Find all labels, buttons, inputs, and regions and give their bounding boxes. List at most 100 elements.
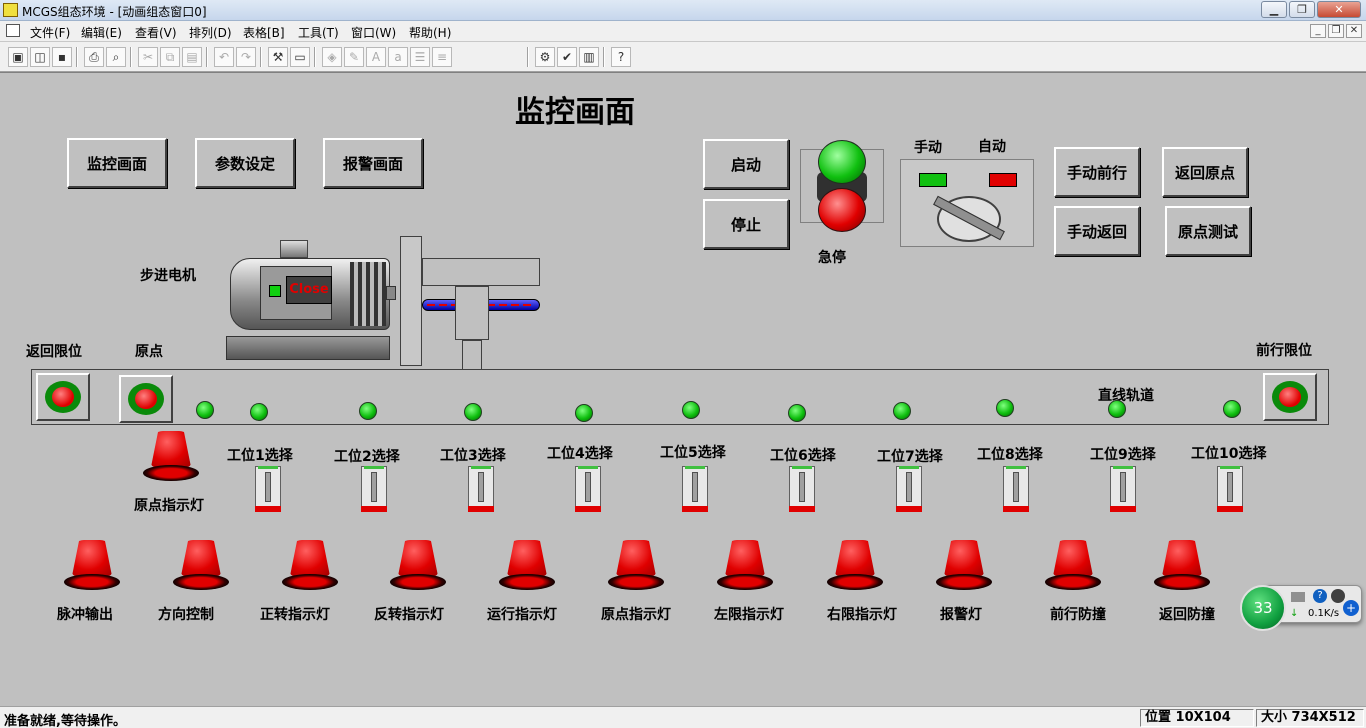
station-10-label: 工位10选择 — [1191, 446, 1267, 462]
fill-color-icon[interactable]: ◈ — [322, 47, 342, 67]
expand-plus-icon[interactable]: + — [1343, 600, 1359, 616]
status-message: 准备就绪,等待操作。 — [4, 714, 126, 728]
parameter-settings-button[interactable]: 参数设定 — [195, 138, 295, 188]
undo-icon[interactable]: ↶ — [214, 47, 234, 67]
station-7-switch[interactable] — [896, 466, 922, 514]
origin-test-button[interactable]: 原点测试 — [1165, 206, 1251, 256]
cut-icon[interactable]: ✂ — [138, 47, 158, 67]
menu-view[interactable]: 查看(V) — [135, 24, 177, 41]
station-indicator — [575, 404, 593, 422]
emergency-stop-switch[interactable] — [800, 140, 884, 232]
station-3-switch[interactable] — [468, 466, 494, 514]
station-1-label: 工位1选择 — [227, 448, 293, 464]
menu-edit[interactable]: 编辑(E) — [81, 24, 122, 41]
tool-window-icon[interactable]: ▣ — [8, 47, 28, 67]
menu-table[interactable]: 表格[B] — [243, 24, 285, 41]
toolbar-divider — [314, 47, 316, 67]
status-bar: 准备就绪,等待操作。 位置 10X104 大小 734X512 — [0, 706, 1366, 728]
size-readout: 大小 734X512 — [1256, 709, 1364, 727]
redo-icon[interactable]: ↷ — [236, 47, 256, 67]
help-icon[interactable]: ? — [611, 47, 631, 67]
tools-icon[interactable]: ⚒ — [268, 47, 288, 67]
print-preview-icon[interactable]: ⌕ — [106, 47, 126, 67]
home-limit-sensor — [36, 373, 90, 421]
station-3-label: 工位3选择 — [440, 448, 506, 464]
station-indicator — [1223, 400, 1241, 418]
window-properties-icon[interactable]: ▭ — [290, 47, 310, 67]
alarm-lamp — [934, 540, 994, 594]
toolbar-divider — [603, 47, 605, 67]
forward-indicator-label: 正转指示灯 — [260, 607, 330, 623]
return-anticollision-label: 返回防撞 — [1159, 607, 1215, 623]
save-icon[interactable]: ▪ — [52, 47, 72, 67]
station-9-switch[interactable] — [1110, 466, 1136, 514]
station-6-switch[interactable] — [789, 466, 815, 514]
manual-return-button[interactable]: 手动返回 — [1054, 206, 1140, 256]
station-2-switch[interactable] — [361, 466, 387, 514]
document-icon[interactable] — [6, 24, 20, 37]
open-icon[interactable]: ◫ — [30, 47, 50, 67]
data-icon[interactable]: ▥ — [579, 47, 599, 67]
start-button[interactable]: 启动 — [703, 139, 789, 189]
forward-anticollision-label: 前行防撞 — [1050, 607, 1106, 623]
auto-indicator — [989, 173, 1017, 187]
close-button[interactable]: ✕ — [1317, 1, 1361, 18]
paste-icon[interactable]: ▤ — [182, 47, 202, 67]
left-limit-label: 左限指示灯 — [714, 607, 784, 623]
alarm-screen-button[interactable]: 报警画面 — [323, 138, 423, 188]
toolbar-divider — [527, 47, 529, 67]
print-icon[interactable]: ⎙ — [84, 47, 104, 67]
menu-tools[interactable]: 工具(T) — [298, 24, 339, 41]
menu-file[interactable]: 文件(F) — [30, 24, 70, 41]
copy-icon[interactable]: ⧉ — [160, 47, 180, 67]
motor-status-indicator — [269, 285, 281, 297]
settings-circle-icon[interactable] — [1331, 589, 1345, 603]
station-1-switch[interactable] — [255, 466, 281, 514]
line-style-icon[interactable]: ☰ — [410, 47, 430, 67]
keyboard-icon[interactable] — [1291, 592, 1305, 602]
check-icon[interactable]: ✔ — [557, 47, 577, 67]
reverse-indicator-lamp — [388, 540, 448, 594]
return-anticollision-lamp — [1152, 540, 1212, 594]
motor-terminal — [280, 240, 308, 258]
mdi-close-button[interactable]: ✕ — [1346, 24, 1362, 38]
position-readout: 位置 10X104 — [1140, 709, 1254, 727]
red-button-icon — [818, 188, 866, 232]
station-indicator — [996, 399, 1014, 417]
station-indicator — [250, 403, 268, 421]
monitor-screen-button[interactable]: 监控画面 — [67, 138, 167, 188]
line-color-icon[interactable]: ✎ — [344, 47, 364, 67]
design-canvas[interactable]: 监控画面 监控画面 参数设定 报警画面 启动 停止 急停 手动 自动 手动前行 … — [0, 72, 1366, 706]
manual-forward-button[interactable]: 手动前行 — [1054, 147, 1140, 197]
station-5-switch[interactable] — [682, 466, 708, 514]
running-indicator-label: 运行指示灯 — [487, 607, 557, 623]
return-origin-button[interactable]: 返回原点 — [1162, 147, 1248, 197]
toolbar-divider — [260, 47, 262, 67]
toolbar: ▣ ◫ ▪ ⎙ ⌕ ✂ ⧉ ▤ ↶ ↷ ⚒ ▭ ◈ ✎ A a ☰ ≡ ⚙ ✔ … — [0, 42, 1366, 72]
station-4-switch[interactable] — [575, 466, 601, 514]
manual-indicator — [919, 173, 947, 187]
menu-arrange[interactable]: 排列(D) — [189, 24, 232, 41]
mdi-restore-button[interactable]: ❐ — [1328, 24, 1344, 38]
stop-button[interactable]: 停止 — [703, 199, 789, 249]
station-8-switch[interactable] — [1003, 466, 1029, 514]
mdi-minimize-button[interactable]: _ — [1310, 24, 1326, 38]
help-circle-icon[interactable]: ? — [1313, 589, 1327, 603]
restore-button[interactable]: ❐ — [1289, 1, 1315, 18]
station-indicator — [359, 402, 377, 420]
station-indicator — [788, 404, 806, 422]
toolbar-divider — [76, 47, 78, 67]
minimize-button[interactable]: ▁ — [1261, 1, 1287, 18]
mode-selector-switch[interactable] — [900, 159, 1034, 247]
carriage-plate — [400, 236, 422, 366]
menu-help[interactable]: 帮助(H) — [409, 24, 451, 41]
menu-bar: 文件(F) 编辑(E) 查看(V) 排列(D) 表格[B] 工具(T) 窗口(W… — [0, 21, 1366, 42]
forward-limit-sensor — [1263, 373, 1317, 421]
menu-window[interactable]: 窗口(W) — [351, 24, 396, 41]
font-color-icon[interactable]: A — [366, 47, 386, 67]
station-10-switch[interactable] — [1217, 466, 1243, 514]
speed-ball-icon[interactable]: 33 — [1240, 585, 1286, 631]
line-type-icon[interactable]: ≡ — [432, 47, 452, 67]
font-icon[interactable]: a — [388, 47, 408, 67]
object-properties-icon[interactable]: ⚙ — [535, 47, 555, 67]
